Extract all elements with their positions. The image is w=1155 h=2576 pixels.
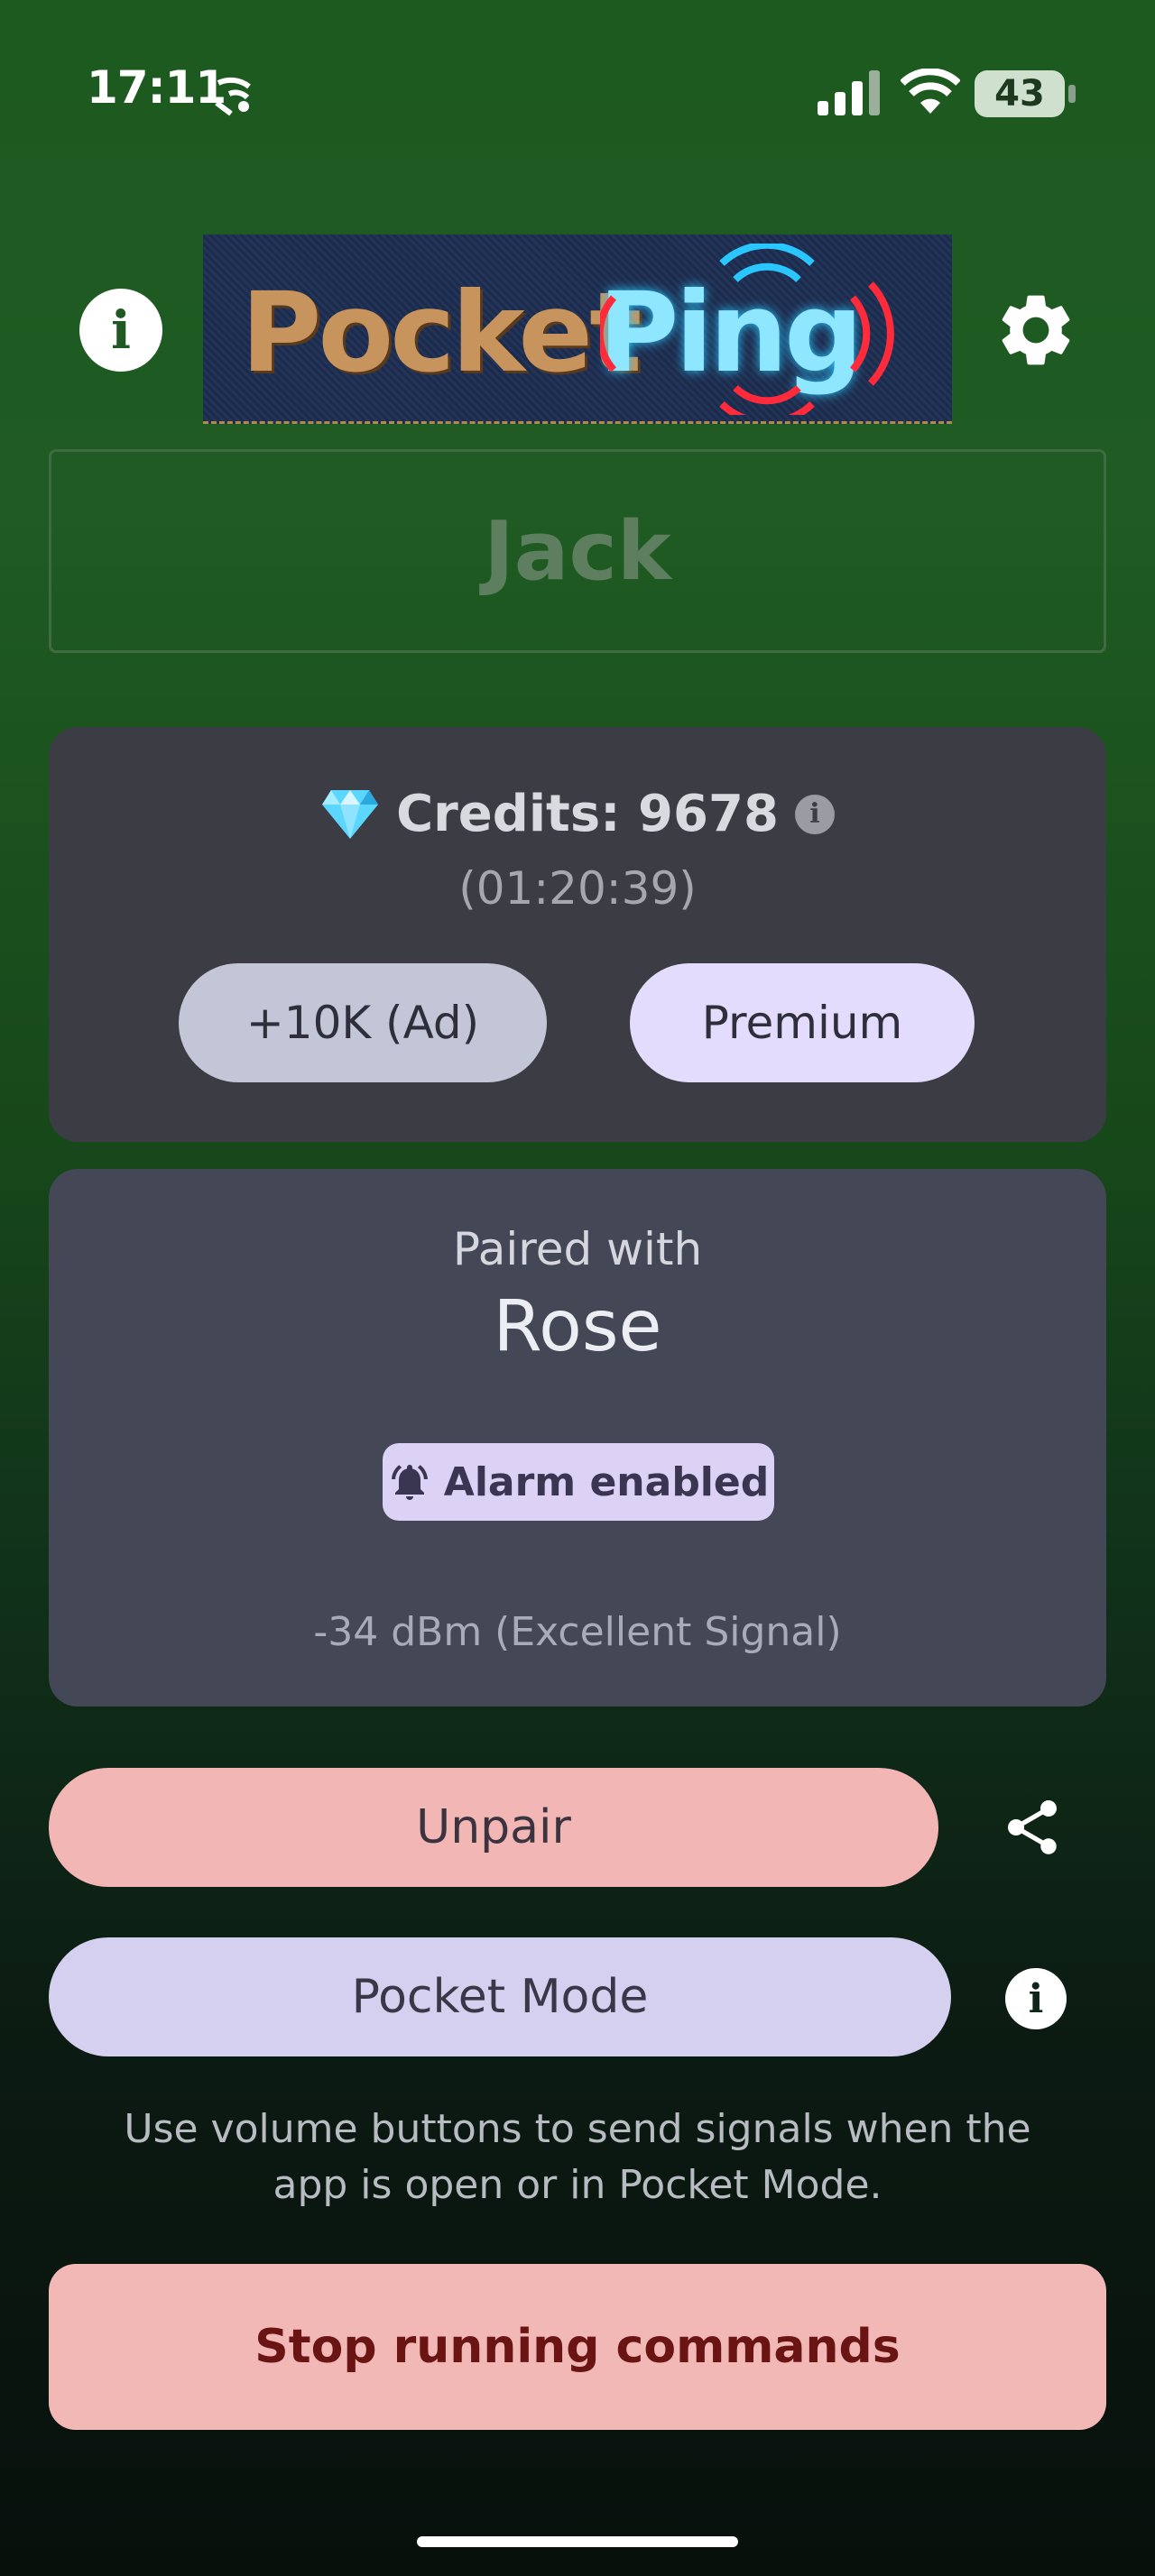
premium-button[interactable]: Premium bbox=[630, 963, 975, 1082]
paired-partner-name: Rose bbox=[493, 1286, 662, 1367]
credits-info-icon[interactable]: i bbox=[794, 794, 835, 834]
pairing-card: Paired with Rose Alarm enabled -34 dBm (… bbox=[49, 1169, 1106, 1707]
watch-ad-button[interactable]: +10K (Ad) bbox=[179, 963, 547, 1082]
pocket-mode-info-icon[interactable]: i bbox=[1005, 1968, 1067, 2029]
app-info-button[interactable]: i bbox=[79, 289, 162, 372]
bell-ringing-icon bbox=[391, 1465, 428, 1500]
pocketping-logo: Pocket Ping bbox=[203, 235, 952, 424]
share-icon[interactable] bbox=[1000, 1795, 1065, 1860]
home-indicator[interactable] bbox=[417, 2536, 738, 2547]
battery-indicator: 43 bbox=[975, 70, 1065, 117]
battery-cap bbox=[1068, 85, 1076, 103]
pocket-mode-button[interactable]: Pocket Mode bbox=[49, 1937, 951, 2056]
device-name-field[interactable]: Jack bbox=[49, 449, 1106, 653]
alarm-chip-label: Alarm enabled bbox=[443, 1458, 770, 1505]
wifi-icon bbox=[901, 69, 960, 114]
cellular-signal-icon bbox=[818, 70, 880, 115]
signal-waves-icon bbox=[600, 244, 894, 415]
signal-strength: -34 dBm (Excellent Signal) bbox=[313, 1609, 842, 1655]
credits-card: Credits: 9678 i (01:20:39) +10K (Ad) Pre… bbox=[49, 727, 1106, 1142]
credits-timer: (01:20:39) bbox=[458, 862, 697, 915]
credits-row: Credits: 9678 i bbox=[49, 785, 1106, 843]
battery-level: 43 bbox=[994, 73, 1045, 115]
paired-with-label: Paired with bbox=[452, 1223, 703, 1275]
volume-hint-text: Use volume buttons to send signals when … bbox=[124, 2106, 1031, 2208]
credits-label: Credits: 9678 bbox=[396, 785, 779, 843]
settings-gear-icon[interactable] bbox=[993, 287, 1079, 373]
logo-text-pocket: Pocket bbox=[241, 269, 642, 397]
alarm-enabled-chip[interactable]: Alarm enabled bbox=[383, 1443, 774, 1521]
gem-icon bbox=[322, 789, 379, 839]
status-time: 17:11 bbox=[87, 61, 226, 114]
unpair-button[interactable]: Unpair bbox=[49, 1768, 938, 1887]
hotspot-icon bbox=[215, 77, 251, 116]
stop-commands-button[interactable]: Stop running commands bbox=[49, 2264, 1106, 2430]
